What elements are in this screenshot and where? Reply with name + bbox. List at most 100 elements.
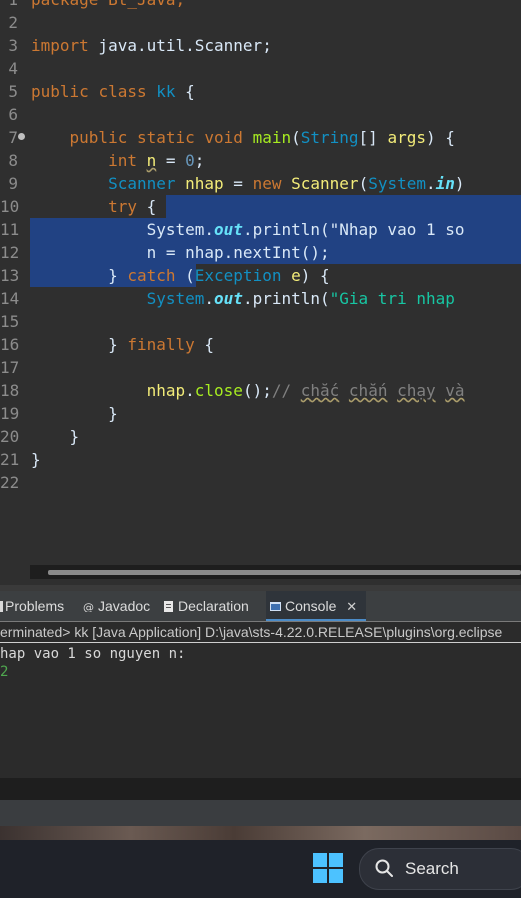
code-line[interactable]: 21} (0, 448, 521, 471)
code-token: n = nhap.nextInt(); (31, 243, 330, 262)
tab-declaration[interactable]: Declaration (163, 591, 249, 621)
code-line[interactable]: 9 Scanner nhap = new Scanner(System.in) (0, 172, 521, 195)
code-line[interactable]: 14 System.out.println("Gia tri nhap (0, 287, 521, 310)
code-token: { (194, 335, 215, 354)
console-view[interactable]: erminated> kk [Java Application] D:\java… (0, 621, 521, 779)
line-number: 6 (8, 105, 18, 124)
code-token: kk (156, 82, 176, 101)
code-line[interactable]: 4 (0, 57, 521, 80)
horizontal-scrollbar[interactable] (30, 565, 521, 579)
line-number: 21 (0, 450, 20, 469)
code-line[interactable]: 19 } (0, 402, 521, 425)
line-number: 17 (0, 358, 20, 377)
console-input-line: 2 (0, 664, 9, 680)
svg-text:@: @ (83, 601, 94, 612)
code-line[interactable]: 2 (0, 11, 521, 34)
code-token: ; (194, 151, 205, 170)
code-line[interactable]: 1 package Bt_Java; (0, 0, 521, 11)
code-token: "Gia tri nhap (329, 289, 455, 308)
taskbar: Search (0, 840, 521, 898)
code-token: . (185, 381, 195, 400)
code-token: nhap (185, 174, 224, 193)
line-number: 19 (0, 404, 20, 423)
code-token: System. (31, 220, 215, 239)
code-line[interactable]: 15 (0, 310, 521, 333)
code-token: try (108, 197, 137, 216)
code-line[interactable]: 18 nhap.close();// chắc chắn chạy và (0, 379, 521, 402)
code-line[interactable]: 8 int n = 0; (0, 149, 521, 172)
code-line[interactable]: 11 System.out.println("Nhap vao 1 so (0, 218, 521, 241)
code-token: 0 (185, 151, 195, 170)
code-token: } (31, 450, 41, 469)
line-number: 4 (8, 59, 18, 78)
code-text: try { (31, 195, 156, 218)
code-token: out (214, 220, 243, 239)
taskbar-search[interactable]: Search (359, 848, 521, 890)
code-line[interactable]: 6 (0, 103, 521, 126)
code-token: ) (454, 174, 465, 193)
code-token: nhap (146, 381, 186, 400)
code-text: } catch (Exception e) { (31, 264, 330, 287)
scrollbar-thumb[interactable] (48, 570, 521, 575)
code-line[interactable]: 16 } finally { (0, 333, 521, 356)
code-line[interactable]: 3 import java.util.Scanner; (0, 34, 521, 57)
code-token: = (156, 151, 186, 170)
fold-icon[interactable] (18, 133, 25, 140)
code-token: import (31, 36, 89, 55)
code-line[interactable]: 20 } (0, 425, 521, 448)
close-icon[interactable]: ✕ (346, 599, 357, 614)
code-token: { (136, 197, 157, 216)
code-token: catch (127, 266, 176, 285)
code-line[interactable]: 10 try { (0, 195, 521, 218)
code-text: System.out.println("Nhap vao 1 so (31, 218, 465, 241)
tab-problems[interactable]: Problems (0, 591, 64, 621)
code-token: và (445, 381, 465, 400)
code-token: .println("Nhap vao 1 so (242, 220, 465, 239)
code-token: System (146, 289, 205, 308)
windows-start-icon[interactable] (313, 853, 343, 883)
line-number: 14 (0, 289, 20, 308)
code-token: finally (127, 335, 195, 354)
code-token: . (426, 174, 436, 193)
code-text: Scanner nhap = new Scanner(System.in) (31, 172, 465, 195)
line-number: 20 (0, 427, 20, 446)
code-text: import java.util.Scanner; (31, 34, 272, 57)
code-line[interactable]: 5 public class kk { (0, 80, 521, 103)
line-number: 8 (8, 151, 18, 170)
code-token: } (31, 427, 80, 446)
tab-javadoc[interactable]: @ Javadoc (83, 591, 150, 621)
code-token: n (146, 151, 157, 170)
code-text: n = nhap.nextInt(); (31, 241, 330, 264)
code-token: int (108, 151, 137, 170)
javadoc-icon: @ (83, 592, 94, 614)
line-number: 18 (0, 381, 20, 400)
search-label: Search (405, 859, 459, 878)
bottom-panel-tabs: Problems @ Javadoc Declaration Console ✕ (0, 591, 521, 621)
line-number: 13 (0, 266, 20, 285)
code-line[interactable]: 17 (0, 356, 521, 379)
line-number: 11 (0, 220, 20, 239)
line-number: 7 (8, 128, 18, 147)
line-number: 22 (0, 473, 20, 492)
code-token: package Bt_Java; (31, 0, 185, 9)
code-text: } finally { (31, 333, 214, 356)
console-output-line: hap vao 1 so nguyen n: (0, 646, 186, 662)
code-line[interactable]: 22 (0, 471, 521, 494)
search-icon (375, 859, 393, 877)
code-line[interactable]: 7 public static void main(String[] args)… (0, 126, 521, 149)
tab-console[interactable]: Console ✕ (266, 591, 366, 621)
code-line[interactable]: 13 } catch (Exception e) { (0, 264, 521, 287)
code-line[interactable]: 12 n = nhap.nextInt(); (0, 241, 521, 264)
code-token: in (435, 174, 455, 193)
code-editor[interactable]: 1 package Bt_Java; 2 3 import java.util.Scan… (0, 0, 521, 585)
code-token: } (31, 404, 118, 423)
code-token: chắn (348, 381, 388, 400)
